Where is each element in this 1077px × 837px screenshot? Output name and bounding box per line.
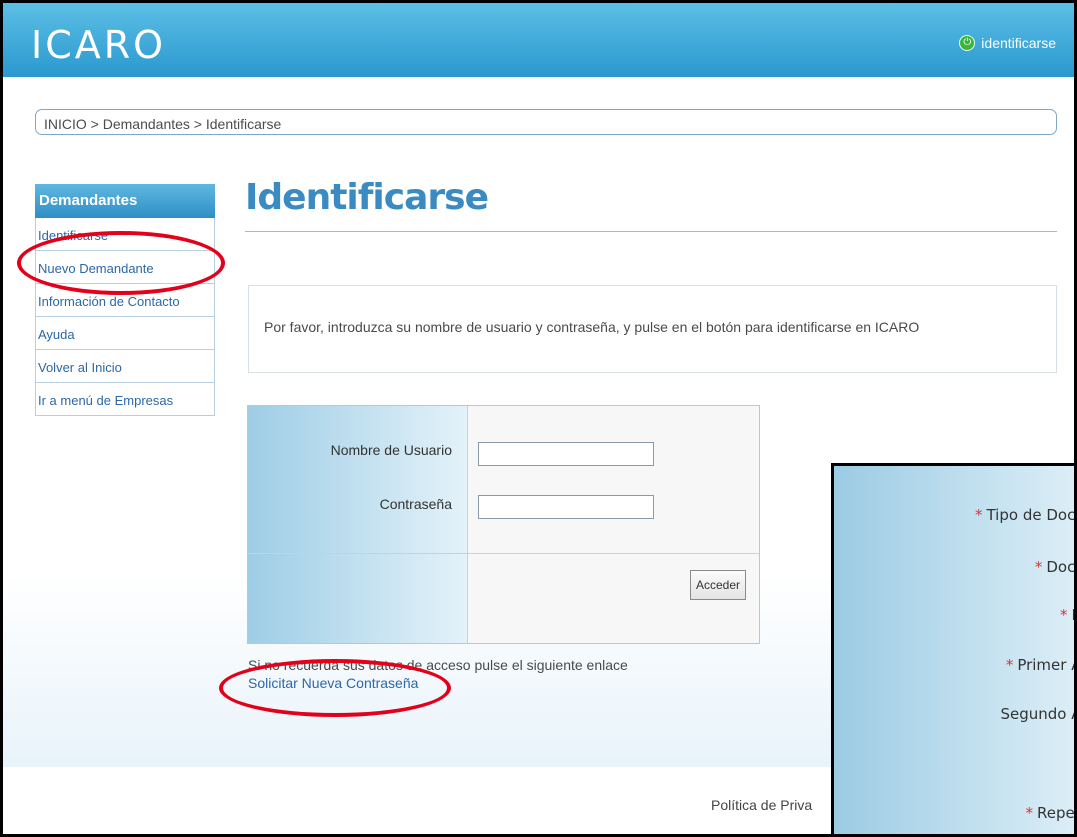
sidebar-item-informacion-contacto[interactable]: Información de Contacto <box>35 284 215 317</box>
inset-field-label: Nc <box>1072 606 1074 624</box>
inset-field-label: Tipo de Docur <box>986 506 1076 524</box>
instructions-box: Por favor, introduzca su nombre de usuar… <box>248 285 1057 373</box>
registration-form-inset: *Tipo de Docur *Docur *Nc *Primer Ap Seg… <box>831 463 1076 834</box>
sidebar-item-ayuda[interactable]: Ayuda <box>35 317 215 350</box>
sidebar-title: Demandantes <box>35 184 215 218</box>
required-mark: * <box>1034 558 1043 576</box>
required-mark: * <box>1025 804 1034 822</box>
sidebar-item-menu-empresas[interactable]: Ir a menú de Empresas <box>35 383 215 416</box>
inset-field-documento: *Docur <box>1034 558 1076 576</box>
inset-field-label: Repetir <box>1037 804 1075 822</box>
page-frame: ICARO ⏻ identificarse INICIO > Demandant… <box>0 0 1077 837</box>
recover-password-link[interactable]: Solicitar Nueva Contraseña <box>248 675 418 691</box>
sidebar-item-volver-inicio[interactable]: Volver al Inicio <box>35 350 215 383</box>
username-label: Nombre de Usuario <box>330 442 452 458</box>
sidebar-item-nuevo-demandante[interactable]: Nuevo Demandante <box>35 251 215 284</box>
password-input[interactable] <box>478 495 654 519</box>
app-logo[interactable]: ICARO <box>31 23 166 67</box>
inset-field-label: Segundo Ap <box>1000 705 1074 723</box>
inset-field-repetir: *Repetir <box>1025 804 1075 822</box>
login-form-divider <box>248 553 759 554</box>
instructions-text: Por favor, introduzca su nombre de usuar… <box>264 319 920 335</box>
login-link[interactable]: ⏻ identificarse <box>959 35 1056 51</box>
breadcrumb[interactable]: INICIO > Demandantes > Identificarse <box>35 109 1057 135</box>
privacy-policy-link[interactable]: Política de Priva <box>711 797 812 813</box>
inset-field-tipo-documento: *Tipo de Docur <box>974 506 1076 524</box>
password-label: Contraseña <box>379 496 452 512</box>
title-divider <box>245 231 1057 232</box>
recover-hint: Si no recuerda sus datos de acceso pulse… <box>248 657 628 673</box>
username-input[interactable] <box>478 442 654 466</box>
power-icon: ⏻ <box>959 35 976 51</box>
login-form: Nombre de Usuario Contraseña Acceder <box>247 405 760 644</box>
login-link-label[interactable]: identificarse <box>981 35 1056 51</box>
required-mark: * <box>1005 656 1014 674</box>
sidebar-menu: Demandantes Identificarse Nuevo Demandan… <box>35 184 215 416</box>
inset-field-primer-apellido: *Primer Ap <box>1005 656 1074 674</box>
inset-field-segundo-apellido: Segundo Ap <box>1000 705 1074 723</box>
required-mark: * <box>974 506 983 524</box>
acceder-button[interactable]: Acceder <box>690 570 746 600</box>
inset-field-label: Docur <box>1046 558 1076 576</box>
inset-field-label: Primer Ap <box>1017 656 1074 674</box>
page-title: Identificarse <box>245 177 489 218</box>
header-bar: ICARO ⏻ identificarse <box>3 3 1074 77</box>
required-mark: * <box>1060 606 1068 624</box>
sidebar-item-identificarse[interactable]: Identificarse <box>35 218 215 251</box>
inset-field-nombre: *Nc <box>1060 606 1074 624</box>
